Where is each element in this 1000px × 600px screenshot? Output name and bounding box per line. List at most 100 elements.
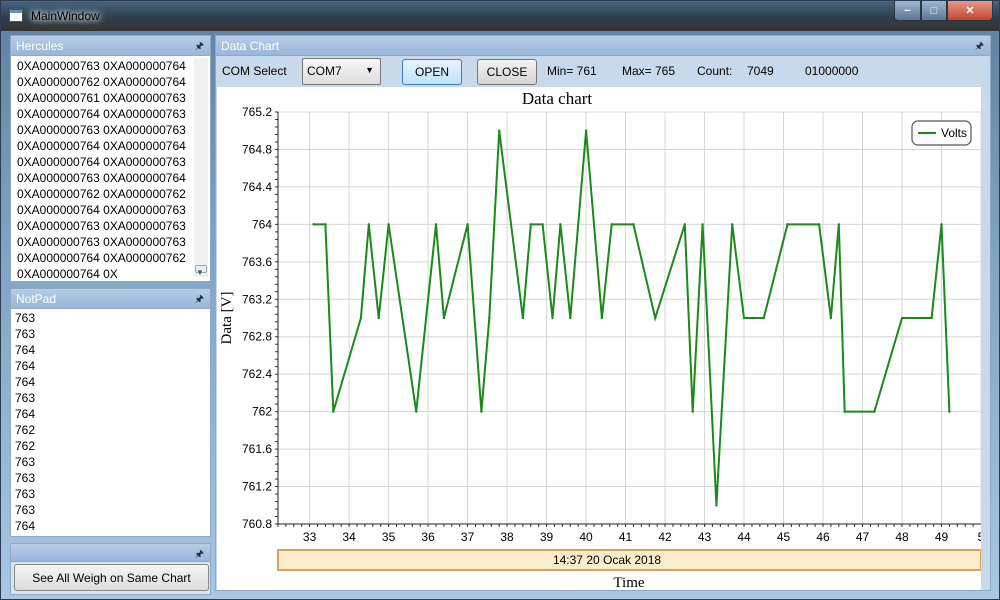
data-point (715, 504, 718, 507)
data-point (829, 316, 833, 320)
compare-panel-header[interactable]: 🖈 (11, 544, 210, 562)
y-tick-label: 762.4 (242, 367, 272, 381)
count-label: Count: (697, 64, 733, 78)
x-tick-label: 46 (816, 530, 830, 544)
list-item: 762 (15, 423, 36, 437)
y-axis-label: Data [V] (219, 292, 235, 345)
window-title: MainWindow (31, 9, 100, 23)
data-point (683, 223, 686, 226)
list-item: 0XA000000764 0X (17, 267, 118, 279)
data-point (817, 223, 821, 226)
maximize-button[interactable]: □ (921, 1, 947, 21)
data-point (529, 223, 532, 226)
data-point (762, 316, 765, 320)
list-item: 0XA000000764 0XA000000763 (17, 203, 186, 217)
data-point (415, 410, 418, 413)
data-point (332, 410, 335, 413)
y-tick-label: 764.4 (242, 180, 272, 194)
data-point (837, 223, 841, 226)
minimize-button[interactable]: − (894, 1, 921, 21)
hercules-text-list[interactable]: 0XA000000763 0XA000000764 0XA000000762 0X… (17, 58, 192, 279)
pin-icon[interactable]: 🖈 (195, 39, 204, 56)
hercules-panel-title: Hercules (16, 39, 64, 53)
list-item: 0XA000000763 0XA000000763 (17, 123, 186, 137)
list-item: 0XA000000764 0XA000000763 (17, 155, 186, 169)
x-tick-label: 5 (978, 530, 981, 544)
x-tick-label: 49 (935, 530, 949, 544)
y-tick-label: 762 (252, 405, 272, 419)
list-item: 763 (15, 327, 36, 341)
x-tick-label: 39 (540, 530, 554, 544)
x-tick-label: 34 (342, 530, 356, 544)
x-tick-label: 41 (619, 530, 633, 544)
list-item: 763 (15, 471, 36, 485)
data-chart[interactable]: 33 34 35 36 37 38 39 40 41 42 43 44 45 46 47 48 49 5 760.8… (217, 87, 981, 590)
x-tick-label: 48 (895, 530, 909, 544)
x-tick-label: 45 (777, 530, 791, 544)
title-bar[interactable]: MainWindow − □ ✕ (1, 1, 999, 31)
x-axis-label: Time (613, 575, 644, 590)
list-item: 0XA000000763 0XA000000764 (17, 171, 186, 185)
open-port-button[interactable]: OPEN (402, 59, 462, 85)
notpad-text-list[interactable]: 763 763 764 764 764 763 764 762 762 763 763 763 763 7… (15, 310, 206, 534)
x-tick-label: 47 (856, 530, 870, 544)
list-item: 0XA000000764 0XA000000762 (17, 251, 186, 265)
list-item: 764 (15, 343, 36, 357)
scroll-down-icon[interactable]: ▼ (196, 268, 204, 277)
chart-area: 33 34 35 36 37 38 39 40 41 42 43 44 45 46 47 48 49 5 760.8… (217, 87, 981, 590)
close-window-button[interactable]: ✕ (947, 1, 993, 21)
list-item: 0XA000000761 0XA000000763 (17, 91, 186, 105)
list-item: 762 (15, 439, 36, 453)
com-port-value: COM7 (307, 64, 342, 78)
x-tick-label: 40 (579, 530, 593, 544)
com-port-select[interactable]: COM7 ▼ (302, 58, 381, 85)
close-port-button[interactable]: CLOSE (477, 59, 537, 85)
data-point (488, 316, 491, 320)
list-item: 0XA000000763 0XA000000763 (17, 235, 186, 249)
notpad-panel-header[interactable]: NotPad 🖈 (11, 289, 210, 309)
app-window-icon (9, 9, 23, 22)
data-point (948, 410, 951, 413)
chart-title: Data chart (522, 89, 593, 108)
data-point (521, 316, 525, 320)
list-item: 764 (15, 375, 36, 389)
data-chart-panel-header[interactable]: Data Chart 🖈 (216, 36, 990, 56)
list-item: 0XA000000762 0XA000000762 (17, 187, 186, 201)
data-point (367, 223, 371, 226)
data-point (742, 316, 746, 320)
hercules-panel-header[interactable]: Hercules 🖈 (11, 36, 210, 56)
time-stamp: 14:37 20 Ocak 2018 (553, 553, 661, 567)
data-point (701, 223, 704, 226)
pin-icon[interactable]: 🖈 (195, 292, 204, 309)
list-item: 763 (15, 391, 36, 405)
data-chart-panel: Data Chart 🖈 COM Select COM7 ▼ OPEN CLOS… (215, 35, 991, 591)
data-point (312, 223, 315, 226)
data-chart-panel-title: Data Chart (221, 39, 280, 53)
data-point (480, 410, 483, 413)
y-tick-label: 765.2 (242, 105, 272, 119)
list-item: 764 (15, 407, 36, 421)
data-point (940, 223, 943, 226)
data-point (442, 316, 446, 320)
data-point (632, 223, 635, 226)
close-icon: ✕ (965, 5, 975, 17)
data-point (786, 223, 789, 226)
min-value: Min= 761 (547, 64, 597, 78)
pin-icon[interactable]: 🖈 (975, 39, 984, 56)
data-point (843, 410, 846, 413)
pin-icon[interactable]: 🖈 (195, 547, 204, 564)
list-item: 0XA000000763 0XA000000763 (17, 219, 186, 233)
notpad-panel-title: NotPad (16, 292, 57, 306)
x-tick-label: 35 (382, 530, 396, 544)
y-tick-label: 761.2 (242, 480, 272, 494)
see-all-weigh-button[interactable]: See All Weigh on Same Chart (14, 564, 209, 591)
data-point (610, 223, 613, 226)
hercules-scrollbar[interactable]: ▼ (194, 58, 208, 277)
x-tick-label: 33 (303, 530, 317, 544)
x-tick-label: 38 (500, 530, 514, 544)
list-item: 764 (15, 519, 36, 533)
list-item: 0XA000000763 0XA000000764 (17, 59, 186, 73)
data-point (691, 410, 694, 413)
data-point (377, 316, 380, 320)
data-point (324, 223, 327, 226)
